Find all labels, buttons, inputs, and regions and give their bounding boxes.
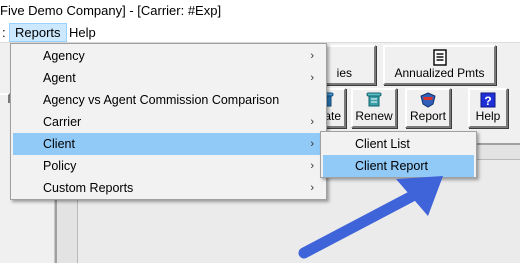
chevron-right-icon: › (310, 116, 314, 128)
window-title-text: Five Demo Company] - [Carrier: #Exp] (0, 3, 222, 18)
menu-item-client-list[interactable]: Client List (323, 133, 474, 155)
chevron-right-icon: › (310, 138, 314, 150)
menu-item-custom-reports-label: Custom Reports (43, 181, 134, 195)
menu-item-client-list-label: Client List (355, 137, 410, 151)
menu-item-carrier[interactable]: Carrier › (13, 111, 324, 133)
document-icon (432, 49, 447, 66)
report-label: Report (409, 109, 447, 123)
menu-item-agent[interactable]: Agent › (13, 67, 324, 89)
menu-item-agency-vs-agent[interactable]: Agency vs Agent Commission Comparison (13, 89, 324, 111)
annualized-pmts-label: Annualized Pmts (394, 66, 485, 80)
chevron-right-icon: › (310, 72, 314, 84)
question-icon: ? (480, 92, 496, 108)
report-button[interactable]: Report (405, 88, 451, 128)
scroll-icon (366, 92, 382, 107)
annualized-pmts-button[interactable]: Annualized Pmts (383, 45, 496, 85)
menu-item-carrier-label: Carrier (43, 115, 82, 129)
menu-item-client-label: Client (43, 137, 75, 151)
menu-item-reports[interactable]: Reports (9, 23, 67, 42)
renew-button[interactable]: Renew (351, 88, 397, 128)
menu-item-agency-label: Agency (43, 49, 85, 63)
annotation-arrow-icon (298, 176, 443, 259)
menu-bar: : Reports Help (0, 22, 520, 43)
help-button[interactable]: ? Help (468, 88, 508, 128)
menu-item-client[interactable]: Client › (13, 133, 324, 155)
chevron-right-icon: › (310, 50, 314, 62)
menu-item-policy[interactable]: Policy › (13, 155, 324, 177)
menu-item-agent-label: Agent (43, 71, 76, 85)
renew-label: Renew (355, 109, 393, 123)
menu-item-agency-vs-agent-label: Agency vs Agent Commission Comparison (43, 93, 280, 107)
menu-item-help[interactable]: Help (64, 23, 101, 42)
shield-icon (420, 92, 436, 108)
menu-item-agency[interactable]: Agency › (13, 45, 324, 67)
window-title: Five Demo Company] - [Carrier: #Exp] (0, 0, 520, 22)
menu-item-custom-reports[interactable]: Custom Reports › (13, 177, 324, 199)
svg-text:?: ? (484, 94, 491, 108)
help-label: Help (475, 109, 501, 123)
menu-item-policy-label: Policy (43, 159, 77, 173)
